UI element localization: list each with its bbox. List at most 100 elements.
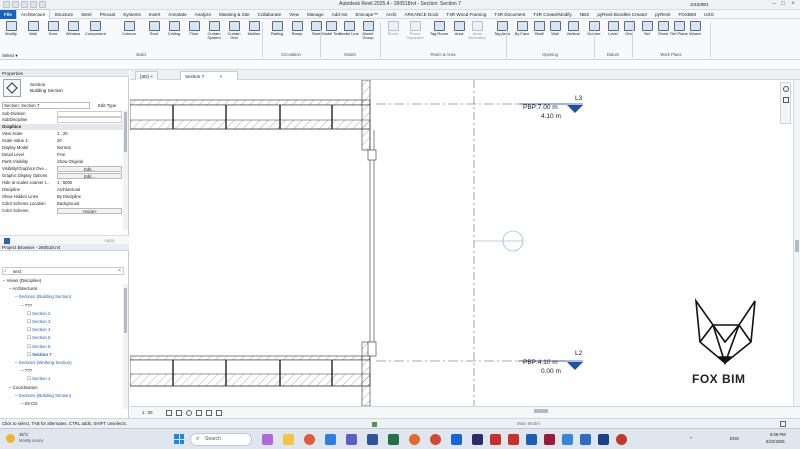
select-dropdown[interactable]: Select ▾ xyxy=(2,53,18,59)
ribbon-button-room-separator[interactable]: Room Separator xyxy=(405,21,425,51)
app-icon-2[interactable] xyxy=(562,434,573,445)
level-name-l3[interactable]: L3 xyxy=(575,95,582,102)
outlook-icon[interactable] xyxy=(325,434,336,445)
ribbon-button-model-text[interactable]: Model Text xyxy=(321,21,341,51)
browser-item[interactable]: ☐ Section 3 xyxy=(27,318,50,326)
ribbon-button-viewer[interactable]: Viewer xyxy=(685,21,705,51)
property-row[interactable]: Color Scheme <none> xyxy=(2,208,122,214)
app-icon[interactable] xyxy=(451,434,462,445)
teams-icon[interactable] xyxy=(346,434,357,445)
ribbon-button-tag-area[interactable]: Tag Area xyxy=(492,21,512,51)
clear-search-icon[interactable]: × xyxy=(118,268,121,274)
property-row[interactable]: Detail Level Fine xyxy=(2,152,122,158)
chrome-icon[interactable] xyxy=(304,434,315,445)
menu-tab-add-ins[interactable]: Add-Ins xyxy=(328,10,352,19)
clock-date[interactable]: 5/22/2026 xyxy=(766,439,785,444)
menu-tab-manage[interactable]: Manage xyxy=(303,10,328,19)
property-row[interactable]: Show Hidden Lines By Discipline xyxy=(2,194,122,200)
weather-text[interactable]: Mostly sunny xyxy=(19,438,43,443)
sun-path-icon[interactable] xyxy=(186,410,192,416)
property-row[interactable]: Hide at scales coarser t... 1 : 5000 xyxy=(2,180,122,186)
menu-tab-systems[interactable]: Systems xyxy=(119,10,145,19)
property-value[interactable]: Normal xyxy=(57,145,122,151)
ribbon-button-area[interactable]: Area xyxy=(449,21,469,51)
menu-tab-archi[interactable]: Archi xyxy=(382,10,400,19)
chrome-profile-icon[interactable] xyxy=(409,434,420,445)
ribbon-button-column[interactable]: Column xyxy=(119,21,139,51)
acrobat-reader-icon[interactable] xyxy=(508,434,519,445)
ribbon-button-floor[interactable]: Floor xyxy=(184,21,204,51)
property-value[interactable] xyxy=(57,117,122,123)
start-icon[interactable] xyxy=(174,434,184,444)
browser-scrollbar[interactable] xyxy=(123,284,128,409)
ribbon-button-wall[interactable]: Wall xyxy=(23,21,43,51)
tab-close-icon[interactable]: × xyxy=(219,74,222,79)
ribbon-group-circulation[interactable]: Circulation xyxy=(262,52,320,57)
excel-icon[interactable] xyxy=(388,434,399,445)
property-value[interactable]: Architectural xyxy=(57,187,122,193)
record-icon[interactable] xyxy=(616,434,627,445)
powerpoint-icon[interactable] xyxy=(544,434,555,445)
menu-tab-foxbim[interactable]: FOXBIM xyxy=(674,10,700,19)
browser-search-input[interactable]: sect xyxy=(2,267,124,275)
canvas-scrollbar[interactable] xyxy=(793,80,800,406)
weather-temp[interactable]: 15°C xyxy=(19,432,28,437)
ribbon-button-vertical[interactable]: Vertical xyxy=(563,21,583,51)
ribbon-button-railing[interactable]: Railing xyxy=(267,21,287,51)
ribbon-button-component[interactable]: Component xyxy=(85,21,106,51)
property-row[interactable]: Visibility/Graphics Ove... Edit... xyxy=(2,166,122,172)
zoom-icon[interactable] xyxy=(783,97,789,103)
menu-tab-t4r-wood-framing[interactable]: T4R Wood Framing xyxy=(442,10,490,19)
show-crop-icon[interactable] xyxy=(206,410,212,416)
browser-item[interactable]: – Coordination xyxy=(9,384,38,392)
ribbon-button-room[interactable]: Room xyxy=(383,21,403,51)
property-row[interactable]: SubDiscipline xyxy=(2,117,122,123)
crop-view-icon[interactable] xyxy=(196,410,202,416)
browser-item[interactable]: ☐ Section 5 xyxy=(27,334,50,342)
browser-item[interactable]: – 03-CD xyxy=(21,400,37,408)
menu-tab-pyrevit[interactable]: pyRevit xyxy=(651,10,674,19)
property-value[interactable]: Edit... xyxy=(57,166,122,172)
menu-tab-enscape-[interactable]: Enscape™ xyxy=(351,10,381,19)
tab-section-7[interactable]: Section 7 × xyxy=(180,71,238,80)
ribbon-button-ramp[interactable]: Ramp xyxy=(287,21,307,51)
menu-tab-t4r-document[interactable]: T4R Document xyxy=(490,10,529,19)
browser-item[interactable]: – Sections (Working Section) xyxy=(15,359,72,367)
tray-chevron-icon[interactable]: ^ xyxy=(690,436,692,441)
property-value[interactable]: Fine xyxy=(57,152,122,158)
browser-item[interactable]: – ??? xyxy=(21,367,32,375)
browser-item[interactable]: – Views (Discipline) xyxy=(3,277,41,285)
browser-item[interactable]: – Sections (Building Section) xyxy=(15,392,71,400)
ribbon-button-door[interactable]: Door xyxy=(43,21,63,51)
revit-active-icon[interactable] xyxy=(580,434,591,445)
revit-icon[interactable] xyxy=(526,434,537,445)
property-value[interactable]: By Discipline xyxy=(57,194,122,200)
edit-type-button[interactable]: Edit Type xyxy=(98,103,116,108)
minimize-icon[interactable]: – xyxy=(770,1,778,8)
ribbon-button-grid[interactable]: Grid xyxy=(619,21,639,51)
property-value[interactable]: 1 : 20 xyxy=(57,131,122,137)
menu-tab-steel[interactable]: Steel xyxy=(77,10,95,19)
browser-item[interactable]: ☐ Section 6 xyxy=(27,343,50,351)
level-name-l2[interactable]: L2 xyxy=(575,350,582,357)
property-row[interactable]: Display Model Normal xyxy=(2,145,122,151)
property-value[interactable]: 20 xyxy=(57,138,122,144)
maximize-icon[interactable]: □ xyxy=(779,1,787,8)
property-row[interactable]: Discipline Architectural xyxy=(2,187,122,193)
steering-wheel-icon[interactable] xyxy=(783,86,789,92)
menu-tab-usg[interactable]: USG xyxy=(700,10,718,19)
clock-time[interactable]: 6:08 PM xyxy=(770,432,786,437)
ribbon-group-room-area[interactable]: Room & Area xyxy=(380,52,506,57)
ribbon-group-work-plane[interactable]: Work Plane xyxy=(632,52,710,57)
ribbon-button-modify[interactable]: Modify xyxy=(1,21,21,51)
browser-item[interactable]: ☐ Section 2 xyxy=(27,310,50,318)
menu-tab-t4r-create-modify[interactable]: T4R Create/Modify xyxy=(529,10,576,19)
apply-button[interactable]: Apply xyxy=(104,238,114,243)
acrobat-icon[interactable] xyxy=(490,434,501,445)
user-name[interactable]: 10153901 xyxy=(690,2,709,7)
property-value[interactable]: Background xyxy=(57,201,122,207)
hide-isolate-icon[interactable] xyxy=(216,410,222,416)
ribbon-button-ceiling[interactable]: Ceiling xyxy=(164,21,184,51)
ribbon-button-window[interactable]: Window xyxy=(63,21,83,51)
ribbon-button-model-line[interactable]: Model Line xyxy=(339,21,359,51)
